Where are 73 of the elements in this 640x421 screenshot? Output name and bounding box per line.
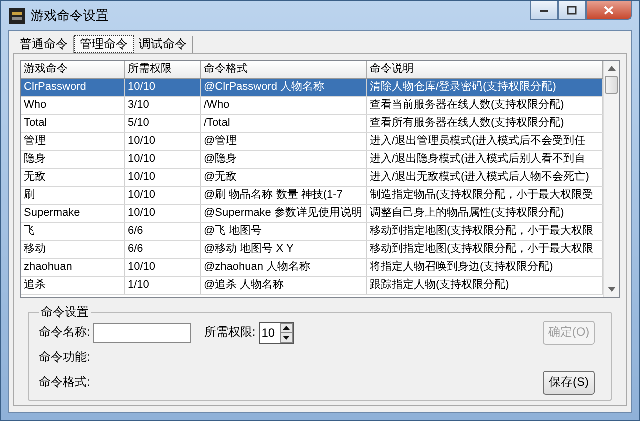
close-button[interactable] bbox=[586, 1, 632, 20]
close-icon bbox=[604, 6, 614, 14]
minimize-icon bbox=[539, 7, 549, 13]
column-header[interactable]: 命令格式 bbox=[201, 61, 367, 78]
scrollbar[interactable] bbox=[603, 61, 619, 297]
table-cell: Total bbox=[21, 115, 125, 132]
table-row[interactable]: 飞 6/6 @飞 地图号 移动到指定地图(支持权限分配，小于最大权限 bbox=[21, 223, 603, 241]
table-cell: @管理 bbox=[201, 133, 367, 150]
column-header[interactable]: 所需权限 bbox=[125, 61, 201, 78]
table-cell: Supermake bbox=[21, 205, 125, 222]
table-cell: 1/10 bbox=[125, 277, 201, 294]
table-cell: @Supermake 参数详见使用说明 bbox=[201, 205, 367, 222]
table-cell: @无敌 bbox=[201, 169, 367, 186]
column-header[interactable]: 游戏命令 bbox=[21, 61, 125, 78]
spin-arrows-icon bbox=[280, 322, 293, 342]
table-row[interactable]: zhaohuan 10/10 @zhaohuan 人物名称 将指定人物召唤到身边(支持权限分配) bbox=[21, 259, 603, 277]
group-title: 命令设置 bbox=[40, 304, 90, 321]
table-cell: 追杀 bbox=[21, 277, 125, 294]
table-row[interactable]: Total 5/10 /Total 查看所有服务器在线人数(支持权限分配) bbox=[21, 115, 603, 133]
table-cell: 隐身 bbox=[21, 151, 125, 168]
table-cell: 无敌 bbox=[21, 169, 125, 186]
table-cell: 10/10 bbox=[125, 79, 201, 96]
table-cell: 移动 bbox=[21, 241, 125, 258]
table-cell: ClrPassword bbox=[21, 79, 125, 96]
table-cell: @zhaohuan 人物名称 bbox=[201, 259, 367, 276]
field-label: 命令格式: bbox=[39, 374, 90, 391]
table-cell: @追杀 人物名称 bbox=[201, 277, 367, 294]
table-row[interactable]: 追杀 1/10 @追杀 人物名称 跟踪指定人物(支持权限分配) bbox=[21, 277, 603, 295]
table-row[interactable]: Supermake 10/10 @Supermake 参数详见使用说明 调整自己身上的物品属性(支持权限分配) bbox=[21, 205, 603, 223]
table-cell: 10/10 bbox=[125, 205, 201, 222]
window-title: 游戏命令设置 bbox=[31, 6, 109, 24]
table-row[interactable]: 管理 10/10 @管理 进入/退出管理员模式(进入模式后不会受到任 bbox=[21, 133, 603, 151]
table-cell: 6/6 bbox=[125, 223, 201, 240]
table-cell: zhaohuan bbox=[21, 259, 125, 276]
table-cell: 管理 bbox=[21, 133, 125, 150]
table-cell: 5/10 bbox=[125, 115, 201, 132]
table-cell: 10/10 bbox=[125, 133, 201, 150]
scroll-up-icon bbox=[608, 66, 616, 71]
tab[interactable]: 管理命令 bbox=[74, 35, 134, 53]
table-row[interactable]: ClrPassword 10/10 @ClrPassword 人物名称 清除人物仓库/登录密码(支持权限分配) bbox=[21, 79, 603, 97]
table-cell: @飞 地图号 bbox=[201, 223, 367, 240]
app-icon bbox=[9, 8, 25, 24]
table-cell: 10/10 bbox=[125, 259, 201, 276]
table-cell: 飞 bbox=[21, 223, 125, 240]
field-label: 所需权限: bbox=[204, 324, 256, 341]
save-button[interactable]: 保存(S) bbox=[543, 370, 595, 394]
table-cell: @ClrPassword 人物名称 bbox=[201, 79, 367, 96]
table-cell: @刷 物品名称 数量 神技(1-7 bbox=[201, 187, 367, 204]
table-cell: /Total bbox=[201, 115, 367, 132]
table-row[interactable]: 隐身 10/10 @隐身 进入/退出隐身模式(进入模式后别人看不到自 bbox=[21, 151, 603, 169]
field-label: 命令功能: bbox=[39, 349, 90, 366]
table-row[interactable]: 无敌 10/10 @无敌 进入/退出无敌模式(进入模式后人物不会死亡) bbox=[21, 169, 603, 187]
maximize-button[interactable] bbox=[558, 1, 586, 20]
table-row[interactable]: 移动 6/6 @移动 地图号 X Y 移动到指定地图(支持权限分配，小于最大权限 bbox=[21, 241, 603, 259]
table-cell: 10/10 bbox=[125, 151, 201, 168]
table-cell: @隐身 bbox=[201, 151, 367, 168]
table-row[interactable]: 刷 10/10 @刷 物品名称 数量 神技(1-7 制造指定物品(支持权限分配，小于最大权限受 bbox=[21, 187, 603, 205]
table-cell: @移动 地图号 X Y bbox=[201, 241, 367, 258]
table-cell: 3/10 bbox=[125, 97, 201, 114]
table-cell: 刷 bbox=[21, 187, 125, 204]
table-cell: Who bbox=[21, 97, 125, 114]
minimize-button[interactable] bbox=[530, 1, 558, 20]
field-label: 命令名称: bbox=[39, 324, 90, 341]
scroll-thumb[interactable] bbox=[605, 76, 618, 94]
table-row[interactable]: Who 3/10 /Who 查看当前服务器在线人数(支持权限分配) bbox=[21, 97, 603, 115]
scroll-down-icon bbox=[608, 287, 616, 292]
table-cell: /Who bbox=[201, 97, 367, 114]
level-spinner[interactable]: 10 bbox=[258, 322, 294, 344]
table-cell: 6/6 bbox=[125, 241, 201, 258]
maximize-icon bbox=[567, 6, 577, 14]
table-cell: 10/10 bbox=[125, 169, 201, 186]
input-field[interactable] bbox=[93, 322, 192, 342]
table-cell: 10/10 bbox=[125, 187, 201, 204]
